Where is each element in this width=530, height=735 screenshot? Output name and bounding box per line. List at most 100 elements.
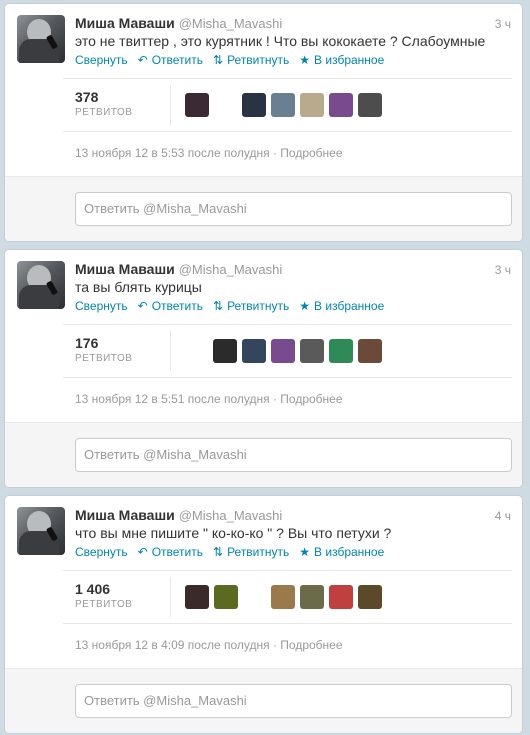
tweet-actions: Свернуть ↶ Ответить ⇅ Ретвитнуть ★ В избранное bbox=[75, 299, 394, 313]
user-screenname[interactable]: @Misha_Mavashi bbox=[179, 262, 283, 277]
details-link[interactable]: Подробнее bbox=[280, 392, 342, 406]
reply-input[interactable]: Ответить @Misha_Mavashi bbox=[75, 684, 512, 718]
retweet-button[interactable]: ⇅ Ретвитнуть bbox=[213, 545, 289, 559]
retweet-stats: 378 РЕТВИТОВ bbox=[63, 78, 512, 132]
reply-button[interactable]: ↶ Ответить bbox=[138, 299, 203, 313]
reply-label: Ответить bbox=[151, 545, 203, 559]
tweet-text: та вы блять курицы bbox=[75, 279, 202, 295]
avatar[interactable] bbox=[17, 507, 65, 555]
tweet-card[interactable]: Миша Маваши @Misha_Mavashi 3 ч это не твитт… bbox=[4, 3, 523, 242]
favorite-button[interactable]: ★ В избранное bbox=[299, 545, 384, 559]
tweet-meta: 13 ноября 12 в 4:09 после полудня · Подр… bbox=[75, 638, 343, 652]
details-link[interactable]: Подробнее bbox=[280, 638, 342, 652]
favorite-button[interactable]: ★ В избранное bbox=[299, 53, 384, 67]
reply-button[interactable]: ↶ Ответить bbox=[138, 545, 203, 559]
retweeter-avatar[interactable] bbox=[213, 339, 237, 363]
avatar[interactable] bbox=[17, 261, 65, 309]
reply-label: Ответить bbox=[151, 53, 203, 67]
tweet-time[interactable]: 3 ч bbox=[495, 263, 511, 277]
meta-separator: · bbox=[269, 146, 281, 160]
tweet-card[interactable]: Миша Маваши @Misha_Mavashi 3 ч та вы блять … bbox=[4, 249, 523, 488]
retweet-count: 1 406 bbox=[75, 581, 111, 597]
details-link[interactable]: Подробнее bbox=[280, 146, 342, 160]
retweeter-avatar[interactable] bbox=[185, 585, 209, 609]
user-fullname[interactable]: Миша Маваши bbox=[75, 15, 175, 31]
retweeter-avatar[interactable] bbox=[329, 93, 353, 117]
tweet-actions: Свернуть ↶ Ответить ⇅ Ретвитнуть ★ В избранное bbox=[75, 545, 394, 559]
retweeter-avatar[interactable] bbox=[329, 339, 353, 363]
reply-input[interactable]: Ответить @Misha_Mavashi bbox=[75, 438, 512, 472]
retweet-count-label: РЕТВИТОВ bbox=[75, 107, 133, 118]
user-screenname[interactable]: @Misha_Mavashi bbox=[179, 508, 283, 523]
reply-arrow-icon: ↶ bbox=[137, 299, 148, 313]
retweeter-avatar[interactable] bbox=[329, 585, 353, 609]
divider bbox=[170, 577, 171, 617]
tweet-card[interactable]: Миша Маваши @Misha_Mavashi 4 ч что вы мне п… bbox=[4, 495, 523, 734]
retweeter-avatar[interactable] bbox=[185, 93, 209, 117]
favorite-label: В избранное bbox=[314, 299, 385, 313]
star-icon: ★ bbox=[299, 545, 311, 559]
reply-label: Ответить bbox=[151, 299, 203, 313]
reply-input[interactable]: Ответить @Misha_Mavashi bbox=[75, 192, 512, 226]
reply-button[interactable]: ↶ Ответить bbox=[138, 53, 203, 67]
retweet-stats: 176 РЕТВИТОВ bbox=[63, 324, 512, 378]
reply-area: Ответить @Misha_Mavashi bbox=[5, 176, 522, 241]
retweeter-avatar[interactable] bbox=[271, 585, 295, 609]
tweet-time[interactable]: 3 ч bbox=[495, 17, 511, 31]
tweet-timestamp[interactable]: 13 ноября 12 в 5:51 после полудня bbox=[75, 392, 270, 406]
retweet-count-label: РЕТВИТОВ bbox=[75, 599, 133, 610]
reply-arrow-icon: ↶ bbox=[137, 545, 148, 559]
star-icon: ★ bbox=[299, 299, 311, 313]
meta-separator: · bbox=[269, 638, 281, 652]
meta-separator: · bbox=[269, 392, 281, 406]
retweeter-avatar[interactable] bbox=[271, 339, 295, 363]
user-fullname[interactable]: Миша Маваши bbox=[75, 507, 175, 523]
tweet-time[interactable]: 4 ч bbox=[495, 509, 511, 523]
retweeter-avatar[interactable] bbox=[358, 339, 382, 363]
retweeter-avatar[interactable] bbox=[358, 93, 382, 117]
favorite-button[interactable]: ★ В избранное bbox=[299, 299, 384, 313]
divider bbox=[170, 331, 171, 371]
reply-area: Ответить @Misha_Mavashi bbox=[5, 668, 522, 733]
retweet-label: Ретвитнуть bbox=[227, 53, 290, 67]
tweet-timestamp[interactable]: 13 ноября 12 в 5:53 после полудня bbox=[75, 146, 270, 160]
tweet-text: что вы мне пишите " ко-ко-ко " ? Вы что … bbox=[75, 525, 392, 541]
retweet-icon: ⇅ bbox=[213, 53, 224, 67]
retweeter-avatar[interactable] bbox=[300, 93, 324, 117]
retweeter-avatar[interactable] bbox=[300, 585, 324, 609]
retweeter-avatar[interactable] bbox=[271, 93, 295, 117]
retweet-button[interactable]: ⇅ Ретвитнуть bbox=[213, 53, 289, 67]
reply-area: Ответить @Misha_Mavashi bbox=[5, 422, 522, 487]
user-screenname[interactable]: @Misha_Mavashi bbox=[179, 16, 283, 31]
retweeter-avatar[interactable] bbox=[242, 339, 266, 363]
tweet-meta: 13 ноября 12 в 5:53 после полудня · Подр… bbox=[75, 146, 343, 160]
retweeter-avatar[interactable] bbox=[242, 93, 266, 117]
retweeter-avatar[interactable] bbox=[214, 585, 238, 609]
retweet-count-box[interactable]: 176 РЕТВИТОВ bbox=[75, 335, 155, 364]
tweet-timestamp[interactable]: 13 ноября 12 в 4:09 после полудня bbox=[75, 638, 270, 652]
tweet-actions: Свернуть ↶ Ответить ⇅ Ретвитнуть ★ В избранное bbox=[75, 53, 394, 67]
collapse-link[interactable]: Свернуть bbox=[75, 53, 128, 67]
retweet-count-box[interactable]: 1 406 РЕТВИТОВ bbox=[75, 581, 155, 610]
retweet-count: 176 bbox=[75, 335, 99, 351]
retweet-count-box[interactable]: 378 РЕТВИТОВ bbox=[75, 89, 155, 118]
retweet-count: 378 bbox=[75, 89, 99, 105]
reply-arrow-icon: ↶ bbox=[137, 53, 148, 67]
divider bbox=[170, 85, 171, 125]
tweet-header: Миша Маваши @Misha_Mavashi bbox=[75, 261, 282, 277]
retweet-stats: 1 406 РЕТВИТОВ bbox=[63, 570, 512, 624]
retweet-icon: ⇅ bbox=[213, 299, 224, 313]
retweeter-avatar[interactable] bbox=[300, 339, 324, 363]
collapse-link[interactable]: Свернуть bbox=[75, 299, 128, 313]
retweet-label: Ретвитнуть bbox=[227, 299, 290, 313]
avatar[interactable] bbox=[17, 15, 65, 63]
tweet-header: Миша Маваши @Misha_Mavashi bbox=[75, 507, 282, 523]
star-icon: ★ bbox=[299, 53, 311, 67]
retweet-button[interactable]: ⇅ Ретвитнуть bbox=[213, 299, 289, 313]
favorite-label: В избранное bbox=[314, 545, 385, 559]
tweet-meta: 13 ноября 12 в 5:51 после полудня · Подр… bbox=[75, 392, 343, 406]
user-fullname[interactable]: Миша Маваши bbox=[75, 261, 175, 277]
retweeter-avatar[interactable] bbox=[358, 585, 382, 609]
collapse-link[interactable]: Свернуть bbox=[75, 545, 128, 559]
tweet-text: это не твиттер , это курятник ! Что вы к… bbox=[75, 33, 486, 49]
